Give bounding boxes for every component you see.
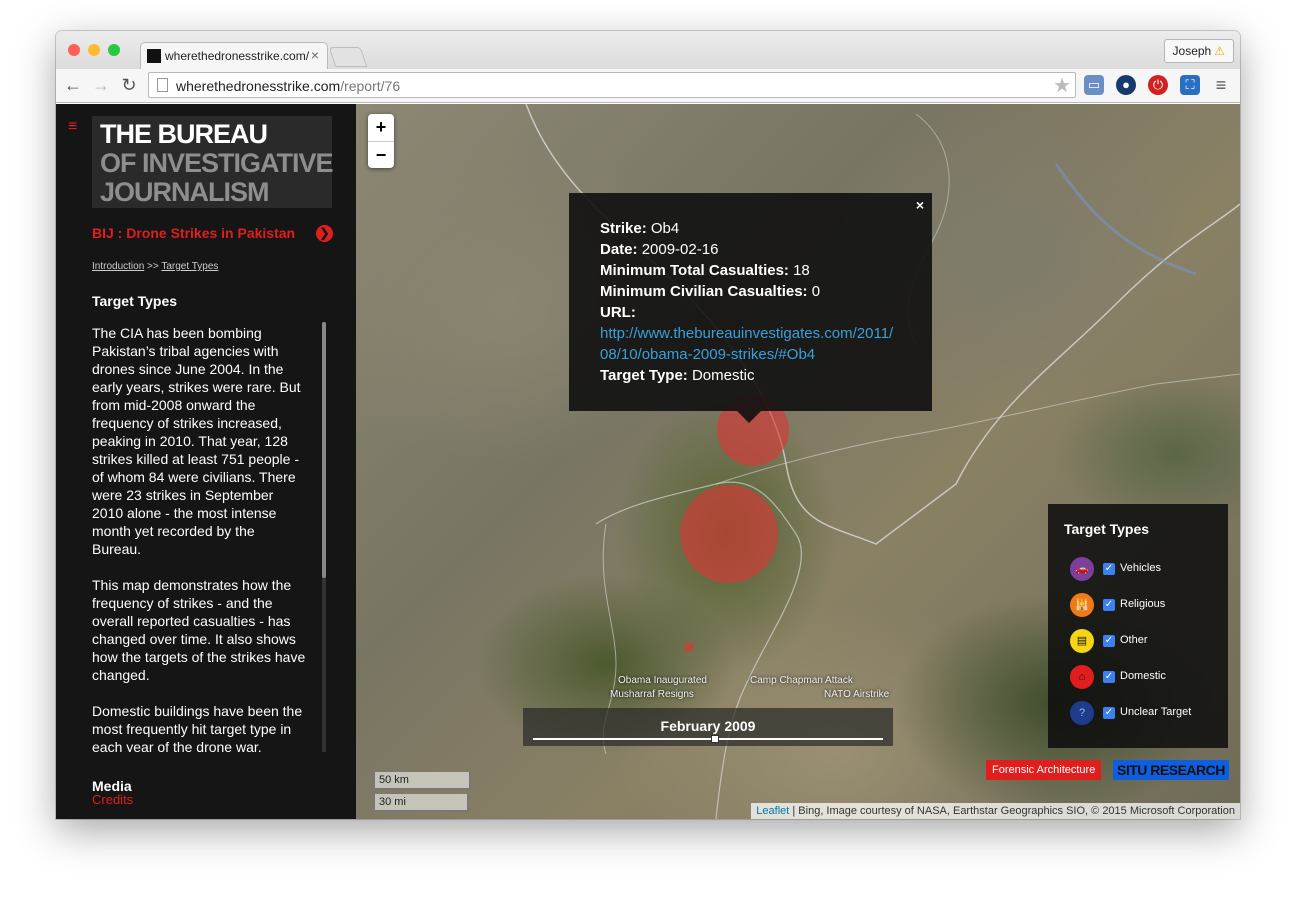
legend-label: Religious <box>1120 598 1166 610</box>
report-title[interactable]: BIJ : Drone Strikes in Pakistan <box>92 225 295 241</box>
legend-label: Other <box>1120 634 1148 646</box>
legend-panel: Target Types 🚗 ✓ Vehicles 🕌 ✓ Religious … <box>1048 504 1228 748</box>
page-icon <box>157 78 168 92</box>
popup-tip <box>737 411 761 423</box>
popup-close-icon[interactable]: × <box>916 195 924 216</box>
scrollbar-thumb[interactable] <box>322 322 326 578</box>
timeline-track[interactable] <box>533 738 883 740</box>
scale-mi: 30 mi <box>373 794 469 812</box>
popup-min-civilian: Minimum Civilian Casualties: 0 <box>600 283 821 300</box>
paragraph: Domestic buildings have been the most fr… <box>92 703 303 752</box>
extension-fullscreen-icon[interactable]: ⛶ <box>1180 75 1200 95</box>
forward-button[interactable]: → <box>90 74 112 96</box>
browser-toolbar: ← → ↻ wherethedronesstrike.com/report/76… <box>56 69 1240 103</box>
event-camp-chapman-attack[interactable]: Camp Chapman Attack <box>750 675 853 686</box>
breadcrumb-separator: >> <box>144 261 162 272</box>
title-bar: wherethedronesstrike.com/ × Joseph ⚠ <box>56 31 1240 69</box>
logo-line-1: THE BUREAU <box>100 119 268 149</box>
popup-url-label: URL: <box>600 304 636 321</box>
paragraph: The CIA has been bombing Pakistan’s trib… <box>92 325 301 557</box>
timeline-slider[interactable]: February 2009 <box>523 708 893 746</box>
strike-marker[interactable] <box>684 642 694 652</box>
religious-icon: 🕌 <box>1070 593 1094 617</box>
favicon-icon <box>147 49 161 63</box>
vehicles-icon: 🚗 <box>1070 557 1094 581</box>
map-view[interactable]: + − × Strike: Ob4 Date: 2009-02-16 Minim… <box>356 104 1240 819</box>
profile-name: Joseph <box>1172 44 1212 58</box>
breadcrumb-target-types[interactable]: Target Types <box>161 261 218 272</box>
situ-research-badge[interactable]: SITU RESEARCH <box>1113 760 1229 780</box>
minimize-window-button[interactable] <box>88 44 100 56</box>
menu-icon[interactable]: ≡ <box>68 119 77 135</box>
text-scrollbar[interactable] <box>322 322 326 752</box>
tab-title: wherethedronesstrike.com/ <box>165 49 309 63</box>
unclear-checkbox[interactable]: ✓ <box>1103 707 1115 719</box>
strike-popup: × Strike: Ob4 Date: 2009-02-16 Minimum T… <box>569 193 932 423</box>
warning-icon: ⚠ <box>1214 44 1225 58</box>
event-musharraf-resigns[interactable]: Musharraf Resigns <box>610 689 694 700</box>
browser-tab[interactable]: wherethedronesstrike.com/ × <box>140 42 328 69</box>
logo-line-3: JOURNALISM <box>100 177 270 207</box>
sidebar: ≡ THE BUREAU OF INVESTIGATIVE JOURNALISM… <box>56 104 356 819</box>
url-path: /report/76 <box>340 78 401 94</box>
popup-min-total: Minimum Total Casualties: 18 <box>600 262 810 279</box>
paragraph: This map demonstrates how the frequency … <box>92 577 306 683</box>
extension-window-icon[interactable]: ▭ <box>1084 75 1104 95</box>
map-attribution: Leaflet | Bing, Image courtesy of NASA, … <box>751 803 1240 819</box>
breadcrumb-introduction[interactable]: Introduction <box>92 261 144 272</box>
reload-button[interactable]: ↻ <box>118 74 140 96</box>
legend-label: Vehicles <box>1120 562 1161 574</box>
url-text: wherethedronesstrike.com/report/76 <box>176 78 400 94</box>
profile-button[interactable]: Joseph ⚠ <box>1163 39 1234 63</box>
strike-marker[interactable] <box>680 485 778 583</box>
url-domain: wherethedronesstrike.com <box>176 78 341 94</box>
zoom-control: + − <box>368 114 394 168</box>
legend-label: Domestic <box>1120 670 1166 682</box>
section-title: Target Types <box>92 293 178 309</box>
domestic-checkbox[interactable]: ✓ <box>1103 671 1115 683</box>
other-checkbox[interactable]: ✓ <box>1103 635 1115 647</box>
popup-target-type: Target Type: Domestic <box>600 367 755 384</box>
extension-globe-icon[interactable]: ● <box>1116 75 1136 95</box>
bookmark-star-icon[interactable]: ★ <box>1053 73 1071 98</box>
timeline-handle[interactable] <box>711 735 719 743</box>
bureau-logo[interactable]: THE BUREAU OF INVESTIGATIVE JOURNALISM <box>92 116 334 208</box>
logo-line-2: OF INVESTIGATIVE <box>100 148 334 178</box>
page-content: ≡ THE BUREAU OF INVESTIGATIVE JOURNALISM… <box>56 104 1240 819</box>
event-obama-inaugurated[interactable]: Obama Inaugurated <box>618 675 707 686</box>
address-bar[interactable]: wherethedronesstrike.com/report/76 ★ <box>148 72 1076 98</box>
maximize-window-button[interactable] <box>108 44 120 56</box>
domestic-icon: ⌂ <box>1070 665 1094 689</box>
legend-label: Unclear Target <box>1120 706 1192 718</box>
body-text: The CIA has been bombing Pakistan’s trib… <box>92 324 306 752</box>
vehicles-checkbox[interactable]: ✓ <box>1103 563 1115 575</box>
back-button[interactable]: ← <box>62 74 84 96</box>
browser-window: wherethedronesstrike.com/ × Joseph ⚠ ← → … <box>56 31 1240 819</box>
breadcrumb: Introduction >> Target Types <box>92 261 218 272</box>
unclear-target-icon: ? <box>1070 701 1094 725</box>
leaflet-link[interactable]: Leaflet <box>756 805 789 817</box>
timeline-date: February 2009 <box>660 718 756 734</box>
legend-title: Target Types <box>1064 521 1150 537</box>
popup-strike: Strike: Ob4 <box>600 220 680 237</box>
tab-close-icon[interactable]: × <box>311 47 319 63</box>
popup-url-link[interactable]: http://www.thebureauinvestigates.com/201… <box>600 323 900 365</box>
scale-km: 50 km <box>373 772 471 790</box>
close-window-button[interactable] <box>68 44 80 56</box>
credits-link[interactable]: Credits <box>92 792 133 807</box>
attribution-text: | Bing, Image courtesy of NASA, Earthsta… <box>789 805 1235 817</box>
event-nato-airstrike[interactable]: NATO Airstrike <box>824 689 889 700</box>
extension-stop-icon[interactable]: ⏻ <box>1148 75 1168 95</box>
next-arrow-icon[interactable]: ❯ <box>316 225 333 242</box>
popup-date: Date: 2009-02-16 <box>600 241 719 258</box>
zoom-in-button[interactable]: + <box>368 114 394 141</box>
other-icon: ▤ <box>1070 629 1094 653</box>
zoom-out-button[interactable]: − <box>368 141 394 168</box>
religious-checkbox[interactable]: ✓ <box>1103 599 1115 611</box>
chrome-menu-icon[interactable]: ≡ <box>1210 74 1232 96</box>
forensic-architecture-badge[interactable]: Forensic Architecture <box>986 760 1102 780</box>
new-tab-button[interactable] <box>328 47 368 67</box>
